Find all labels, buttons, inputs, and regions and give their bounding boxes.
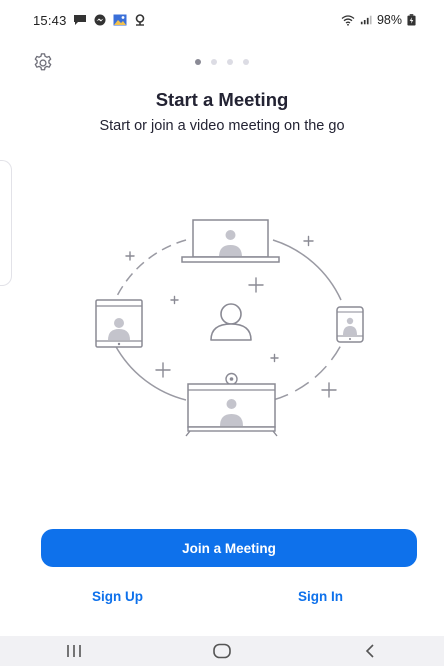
page-dot-1[interactable] (195, 59, 201, 65)
laptop-device (181, 219, 280, 263)
chat-icon (73, 15, 86, 25)
page-subtitle: Start or join a video meeting on the go (99, 118, 345, 134)
page-dot-3[interactable] (227, 59, 233, 65)
home-button[interactable] (192, 636, 252, 666)
battery-icon (407, 14, 416, 26)
phone-device (336, 306, 364, 343)
back-button[interactable] (340, 636, 400, 666)
battery-level: 98% (376, 13, 402, 27)
recents-icon (67, 645, 81, 657)
location-icon (135, 14, 144, 26)
edge-panel-handle[interactable] (0, 160, 12, 286)
sign-up-link[interactable]: Sign Up (92, 589, 143, 604)
status-time: 15:43 (33, 12, 67, 28)
status-bar: 15:43 98% (0, 0, 444, 40)
status-right: 98% (341, 13, 416, 27)
home-icon (213, 643, 231, 659)
gallery-icon (113, 14, 127, 26)
recents-button[interactable] (44, 636, 104, 666)
join-meeting-button[interactable]: Join a Meeting (41, 529, 417, 567)
devices-meeting-illustration (95, 219, 364, 437)
signal-icon (360, 15, 372, 25)
page-title: Start a Meeting (155, 89, 289, 110)
host-person (210, 303, 252, 341)
page-dot-2[interactable] (211, 59, 217, 65)
page-indicator (0, 59, 444, 65)
page-dot-4[interactable] (243, 59, 249, 65)
system-nav-bar (0, 636, 444, 666)
back-icon (365, 644, 374, 658)
status-left: 15:43 (33, 13, 147, 28)
tablet-device (95, 299, 143, 348)
zoom-start-screen: 15:43 98% Start a Meeting Start or join … (0, 0, 444, 666)
wifi-icon (341, 15, 355, 26)
sign-in-link[interactable]: Sign In (298, 589, 343, 604)
room-system-device (185, 372, 278, 437)
messenger-icon (94, 14, 106, 26)
